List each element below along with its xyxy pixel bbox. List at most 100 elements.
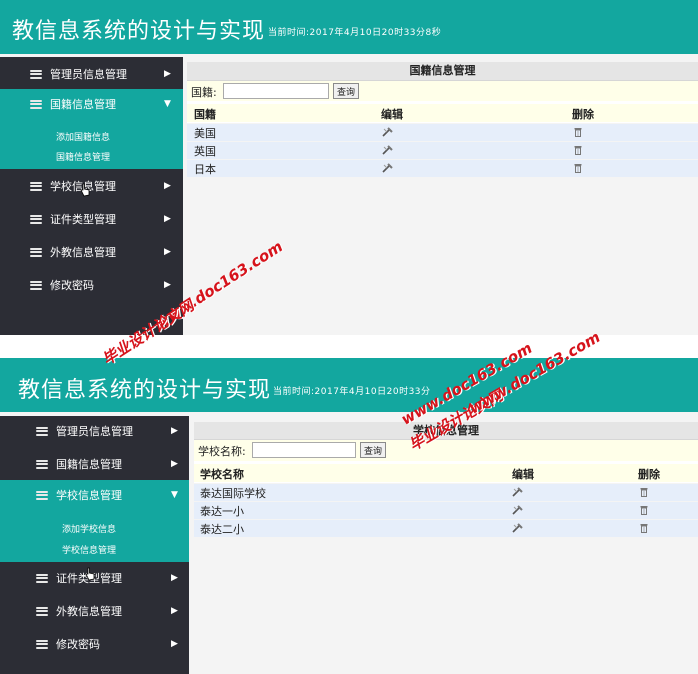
hand-cursor-icon (85, 567, 95, 581)
sidebar-item-label: 证件类型管理 (50, 213, 116, 226)
submenu: 添加国籍信息 国籍信息管理 (0, 119, 183, 169)
search-label: 国籍: (191, 86, 217, 99)
submenu-item-add-school[interactable]: 添加学校信息 (62, 522, 116, 535)
sidebar-item-id-type[interactable]: 证件类型管理 ▶ (0, 204, 183, 234)
table-row: 泰达一小 (194, 501, 698, 519)
table-row: 英国 (187, 141, 698, 159)
column-header: 编辑 (512, 468, 534, 481)
section-caption: 国籍信息管理 (187, 62, 698, 81)
sidebar-item-change-password[interactable]: 修改密码 ▶ (0, 629, 189, 659)
edit-icon[interactable] (512, 523, 523, 533)
chevron-right-icon: ▶ (164, 69, 171, 79)
table-cell: 英国 (194, 145, 216, 158)
chevron-right-icon: ▶ (171, 606, 178, 616)
search-bar: 国籍: 查询 (187, 81, 698, 101)
table-cell: 泰达一小 (200, 505, 244, 518)
submenu: 添加学校信息 学校信息管理 (0, 510, 189, 562)
submenu-item-manage-nationality[interactable]: 国籍信息管理 (56, 150, 110, 163)
stack-icon (30, 280, 42, 290)
column-header: 编辑 (381, 108, 403, 121)
sidebar-item-foreign-teacher[interactable]: 外教信息管理 ▶ (0, 596, 189, 626)
trash-icon[interactable] (640, 487, 648, 497)
stack-icon (30, 247, 42, 257)
chevron-right-icon: ▶ (171, 573, 178, 583)
chevron-right-icon: ▶ (164, 214, 171, 224)
column-header: 学校名称 (200, 468, 244, 481)
search-bar: 学校名称: 查询 (194, 440, 698, 461)
main-content: 学校信息管理 学校名称: 查询 学校名称 编辑 删除 泰达国际学校 泰达一小 泰… (194, 422, 698, 537)
app-header: 教信息系统的设计与实现 当前时间:2017年4月10日20时33分8秒 (0, 0, 698, 54)
edit-icon[interactable] (382, 145, 393, 155)
sidebar-item-label: 国籍信息管理 (50, 98, 116, 111)
edit-icon[interactable] (512, 487, 523, 497)
app-header: 教信息系统的设计与实现 当前时间:2017年4月10日20时33分 (0, 358, 698, 412)
table-cell: 泰达二小 (200, 523, 244, 536)
chevron-down-icon: ▼ (164, 99, 171, 109)
sidebar-item-foreign-teacher[interactable]: 外教信息管理 ▶ (0, 237, 183, 267)
trash-icon[interactable] (640, 523, 648, 533)
table-cell: 美国 (194, 127, 216, 140)
column-header: 删除 (638, 468, 660, 481)
trash-icon[interactable] (640, 505, 648, 515)
sidebar-item-admin[interactable]: 管理员信息管理 ▶ (0, 59, 183, 89)
submenu-item-add-nationality[interactable]: 添加国籍信息 (56, 130, 110, 143)
table-header: 学校名称 编辑 删除 (194, 464, 698, 482)
sidebar-item-school[interactable]: 学校信息管理 ▶ (0, 171, 183, 201)
sidebar: 管理员信息管理 ▶ 国籍信息管理 ▼ 添加国籍信息 国籍信息管理 学校信息管理 … (0, 57, 183, 335)
trash-icon[interactable] (574, 163, 582, 173)
edit-icon[interactable] (382, 163, 393, 173)
sidebar-item-label: 学校信息管理 (56, 489, 122, 502)
stack-icon (36, 606, 48, 616)
table-row: 泰达二小 (194, 519, 698, 537)
current-time: 当前时间:2017年4月10日20时33分8秒 (268, 28, 442, 38)
search-button[interactable]: 查询 (360, 442, 387, 458)
table-cell: 泰达国际学校 (200, 487, 266, 500)
table-row: 美国 (187, 123, 698, 141)
sidebar-item-admin[interactable]: 管理员信息管理 ▶ (0, 416, 189, 446)
table-row: 日本 (187, 159, 698, 177)
sidebar-item-label: 国籍信息管理 (56, 458, 122, 471)
chevron-right-icon: ▶ (171, 426, 178, 436)
table-row: 泰达国际学校 (194, 483, 698, 501)
stack-icon (30, 214, 42, 224)
trash-icon[interactable] (574, 127, 582, 137)
sidebar-item-school[interactable]: 学校信息管理 ▼ (0, 480, 189, 510)
screen-1: 教信息系统的设计与实现 当前时间:2017年4月10日20时33分8秒 管理员信… (0, 0, 698, 335)
hand-cursor-icon (80, 183, 90, 197)
column-header: 删除 (572, 108, 594, 121)
chevron-right-icon: ▶ (164, 247, 171, 257)
stack-icon (36, 639, 48, 649)
trash-icon[interactable] (574, 145, 582, 155)
table-cell: 日本 (194, 163, 216, 176)
chevron-right-icon: ▶ (164, 181, 171, 191)
stack-icon (36, 459, 48, 469)
stack-icon (36, 573, 48, 583)
current-time: 当前时间:2017年4月10日20时33分 (273, 387, 431, 397)
nationality-search-input[interactable] (223, 83, 329, 99)
sidebar: 管理员信息管理 ▶ 国籍信息管理 ▶ 学校信息管理 ▼ 添加学校信息 学校信息管… (0, 416, 189, 674)
sidebar-item-label: 管理员信息管理 (56, 425, 133, 438)
chevron-down-icon: ▼ (171, 490, 178, 500)
search-button[interactable]: 查询 (333, 83, 360, 99)
submenu-item-manage-school[interactable]: 学校信息管理 (62, 543, 116, 556)
edit-icon[interactable] (512, 505, 523, 515)
main-content: 国籍信息管理 国籍: 查询 国籍 编辑 删除 美国 英国 日本 (187, 62, 698, 177)
sidebar-item-label: 外教信息管理 (50, 246, 116, 259)
stack-icon (30, 69, 42, 79)
stack-icon (30, 99, 42, 109)
edit-icon[interactable] (382, 127, 393, 137)
sidebar-item-label: 修改密码 (56, 638, 100, 651)
screen-2: 教信息系统的设计与实现 当前时间:2017年4月10日20时33分 管理员信息管… (0, 358, 698, 674)
search-label: 学校名称: (198, 445, 246, 458)
sidebar-item-change-password[interactable]: 修改密码 ▶ (0, 270, 183, 300)
sidebar-item-nationality[interactable]: 国籍信息管理 ▶ (0, 449, 189, 479)
column-header: 国籍 (194, 108, 216, 121)
chevron-right-icon: ▶ (171, 639, 178, 649)
sidebar-item-label: 管理员信息管理 (50, 68, 127, 81)
chevron-right-icon: ▶ (164, 280, 171, 290)
sidebar-item-nationality[interactable]: 国籍信息管理 ▼ (0, 89, 183, 119)
stack-icon (36, 426, 48, 436)
chevron-right-icon: ▶ (171, 459, 178, 469)
school-name-search-input[interactable] (252, 442, 356, 458)
stack-icon (36, 490, 48, 500)
